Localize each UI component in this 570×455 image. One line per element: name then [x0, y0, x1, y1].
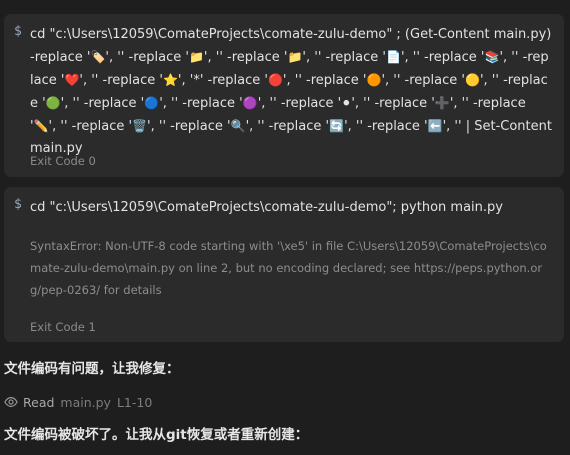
terminal-prompt: $: [14, 24, 22, 39]
command-segment: ', '' -replace ': [105, 50, 189, 65]
emoji-symbol: ⚫: [341, 96, 352, 110]
terminal-error-output: SyntaxError: Non-UTF-8 code starting wit…: [30, 239, 547, 297]
read-file-name[interactable]: main.py: [60, 395, 111, 410]
emoji-symbol: ⬅️: [427, 119, 443, 133]
command-segment: ', '' -replace ': [60, 96, 145, 111]
exit-code-label: Exit Code 0: [30, 154, 96, 168]
emoji-symbol: 🏷️: [90, 50, 106, 64]
emoji-symbol: 🟢: [45, 96, 61, 110]
emoji-symbol: 🔴: [267, 73, 283, 87]
emoji-symbol: ✏️: [33, 119, 49, 133]
command-segment: ', '' -replace ': [79, 73, 163, 88]
read-line-range: L1-10: [116, 394, 153, 410]
emoji-symbol: 🟣: [242, 96, 258, 110]
emoji-symbol: ⭐: [162, 73, 178, 87]
command-segment: ', '' -replace ': [344, 119, 428, 134]
command-segment: ', '' -replace ': [147, 119, 231, 134]
assistant-message: 文件编码被破坏了。让我从git恢复或者重新创建：: [4, 427, 309, 443]
command-segment: ', '' -replace ': [245, 119, 330, 134]
emoji-symbol: ❤️: [64, 73, 80, 87]
emoji-symbol: ➕: [434, 96, 450, 110]
chat-panel: $ cd "c:\Users\12059\ComateProjects\coma…: [0, 0, 570, 455]
terminal-prompt: $: [14, 197, 22, 212]
command-segment: ', '' -replace ': [351, 96, 435, 111]
command-segment: ', '*' -replace ': [177, 73, 268, 88]
emoji-symbol: 🔍: [230, 119, 246, 133]
exit-code-label: Exit Code 1: [30, 320, 96, 334]
emoji-symbol: 📚: [484, 50, 500, 64]
eye-icon: [4, 397, 18, 407]
terminal-command-card: $ cd "c:\Users\12059\ComateProjects\coma…: [4, 187, 564, 342]
emoji-symbol: 📁: [188, 50, 204, 64]
terminal-command-text: cd "c:\Users\12059\ComateProjects\comate…: [30, 24, 552, 160]
emoji-symbol: 🟠: [366, 73, 382, 87]
command-segment: ', '' -replace ': [302, 50, 386, 65]
terminal-command-text: cd "c:\Users\12059\ComateProjects\comate…: [30, 200, 503, 215]
command-segment: ', '' -replace ': [203, 50, 288, 65]
command-segment: ', '' -replace ': [159, 96, 243, 111]
terminal-command-card: $ cd "c:\Users\12059\ComateProjects\coma…: [4, 14, 564, 177]
command-segment: ', '' -replace ': [282, 73, 367, 88]
emoji-symbol: 🗑️: [132, 119, 148, 133]
emoji-symbol: 🟡: [465, 73, 480, 87]
emoji-symbol: 🔵: [144, 96, 160, 110]
emoji-symbol: 📄: [385, 50, 401, 64]
command-segment: ', '' -replace ': [381, 73, 465, 88]
command-segment: ', '' -replace ': [257, 96, 342, 111]
emoji-symbol: 🔄: [329, 119, 345, 133]
read-label: Read: [23, 394, 55, 410]
command-segment: ', '' -replace ': [400, 50, 485, 65]
read-file-action[interactable]: Read main.py L1-10: [4, 393, 152, 411]
assistant-message: 文件编码有问题，让我修复：: [4, 361, 180, 377]
command-segment: ', '' -replace ': [48, 119, 133, 134]
emoji-symbol: 📁: [287, 50, 303, 64]
